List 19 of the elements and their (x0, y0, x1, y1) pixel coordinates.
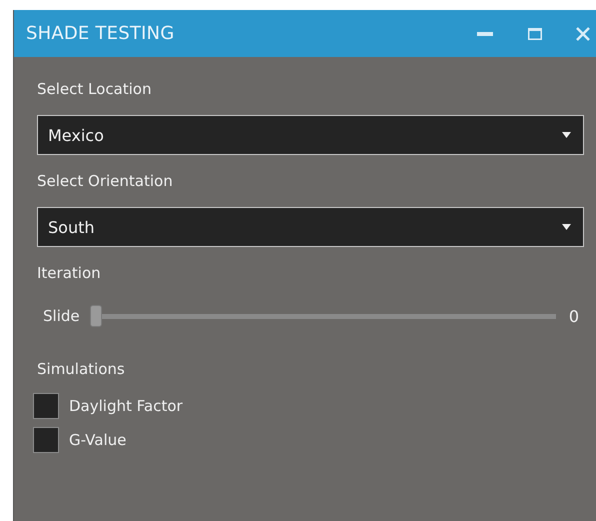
field-label: Select Orientation (37, 171, 174, 191)
dropdown[interactable]: South (37, 207, 584, 247)
close-icon (575, 26, 591, 42)
slider-thumb[interactable] (90, 305, 102, 327)
window-title: SHADE TESTING (26, 23, 176, 44)
field-label: Select Location (37, 79, 152, 99)
caret-icon (562, 224, 571, 230)
checkbox[interactable] (33, 427, 59, 453)
dropdown[interactable]: Mexico (37, 115, 584, 155)
checkbox-label: Daylight Factor (69, 396, 183, 416)
checkbox[interactable] (33, 393, 59, 419)
section-label: Iteration (37, 263, 102, 283)
caret-icon (562, 132, 571, 138)
slider-value: 0 (568, 306, 580, 326)
slider-label: Slide (43, 306, 80, 326)
section-label: Simulations (37, 359, 126, 379)
minimize-icon (477, 30, 493, 36)
maximize-icon (528, 28, 542, 40)
checkbox-label: G-Value (69, 430, 126, 450)
